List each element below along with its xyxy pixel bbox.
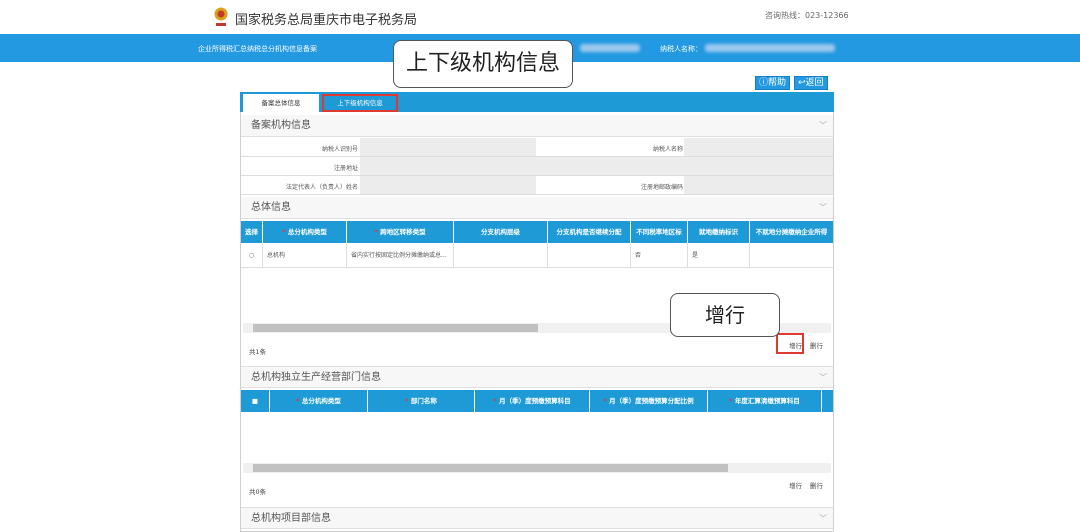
tax-bureau-logo-icon	[214, 7, 228, 26]
taxpayer-name-label: 纳税人名称：	[660, 45, 702, 53]
col-header: * 月（季）度预缴预算分配比例	[590, 390, 708, 412]
form-row: 法定代表人（负责人）姓名 注册地邮政编码	[241, 176, 833, 195]
col-header: * 跨地区转移类型	[347, 221, 454, 243]
add-row-button[interactable]: 增行	[789, 480, 802, 490]
col-header: * 年度汇算清缴预算科目	[708, 390, 822, 412]
add-row-callout: 增行	[670, 293, 780, 337]
postal-code-value	[684, 176, 833, 194]
overall-table-header: 选择 * 总分机构类型 * 跨地区转移类型 分支机构层级 分支机构是否继续分配 …	[241, 221, 833, 243]
section-filing-info[interactable]: 备案机构信息 ﹀	[241, 115, 833, 137]
col-header: 分支机构是否继续分配	[548, 221, 631, 243]
row-radio[interactable]: ○	[241, 243, 263, 268]
help-button[interactable]: ⓘ帮助	[755, 76, 791, 90]
col-header: * 总分机构类型	[270, 390, 368, 412]
table-row[interactable]: ○ 总机构 省内实行按固定比例分摊缴纳或总... 否 是	[241, 243, 833, 268]
delete-row-button[interactable]: 删行	[810, 480, 823, 490]
taxpayer-name-value	[684, 138, 833, 156]
return-arrow-icon: ↩	[798, 78, 806, 88]
taxpayer-name-blurred	[705, 44, 835, 52]
departments-table-header: ■ * 总分机构类型 * 部门名称 * 月（季）度预缴预算科目 * 月（季）度预…	[241, 390, 833, 412]
taxpayer-id-value	[360, 138, 536, 156]
site-title: 国家税务总局重庆市电子税务局	[235, 13, 418, 28]
chevron-down-icon: ﹀	[819, 514, 827, 523]
tab-superior-subordinate[interactable]: 上下级机构信息	[322, 94, 398, 112]
add-row-button[interactable]: 增行	[789, 340, 802, 350]
tab-filing-overview[interactable]: 备案总体信息	[243, 94, 319, 112]
section-departments[interactable]: 总机构独立生产经营部门信息 ﹀	[241, 366, 833, 388]
breadcrumb: 企业所得税汇总纳税总分机构信息备案	[198, 45, 317, 53]
select-all-checkbox[interactable]: ■	[241, 390, 270, 412]
col-header: 分支机构层级	[454, 221, 548, 243]
section-projects[interactable]: 总机构项目部信息 ﹀	[241, 507, 833, 529]
form-row: 注册地址	[241, 157, 833, 176]
col-header: * 月（季）度预缴预算科目	[475, 390, 590, 412]
horizontal-scrollbar[interactable]	[243, 463, 831, 473]
record-count: 共1条	[249, 348, 267, 356]
legal-rep-value	[360, 176, 536, 194]
col-header: 不就地分摊缴纳企业所得	[755, 228, 828, 236]
col-header: 选择	[241, 221, 263, 243]
form-row: 纳税人识别号 纳税人名称	[241, 138, 833, 157]
reg-address-value	[360, 157, 833, 175]
tab-callout: 上下级机构信息	[393, 40, 573, 88]
taxpayer-id-blurred	[580, 44, 640, 52]
col-header: 不同税率地区标	[631, 221, 688, 243]
hotline: 咨询热线：023-12366	[765, 11, 849, 20]
top-header	[0, 0, 1080, 34]
chevron-down-icon: ﹀	[819, 203, 827, 212]
col-header: * 总分机构类型	[263, 221, 347, 243]
section-overall-info[interactable]: 总体信息 ﹀	[241, 197, 833, 219]
col-header: 就地缴纳标识	[688, 221, 750, 243]
chevron-down-icon: ﹀	[819, 373, 827, 382]
chevron-down-icon: ﹀	[819, 121, 827, 130]
back-button[interactable]: ↩返回	[794, 76, 828, 90]
question-icon: ⓘ	[759, 78, 769, 88]
delete-row-button[interactable]: 删行	[810, 340, 823, 350]
col-header: * 部门名称	[368, 390, 475, 412]
record-count: 共0条	[249, 488, 267, 496]
